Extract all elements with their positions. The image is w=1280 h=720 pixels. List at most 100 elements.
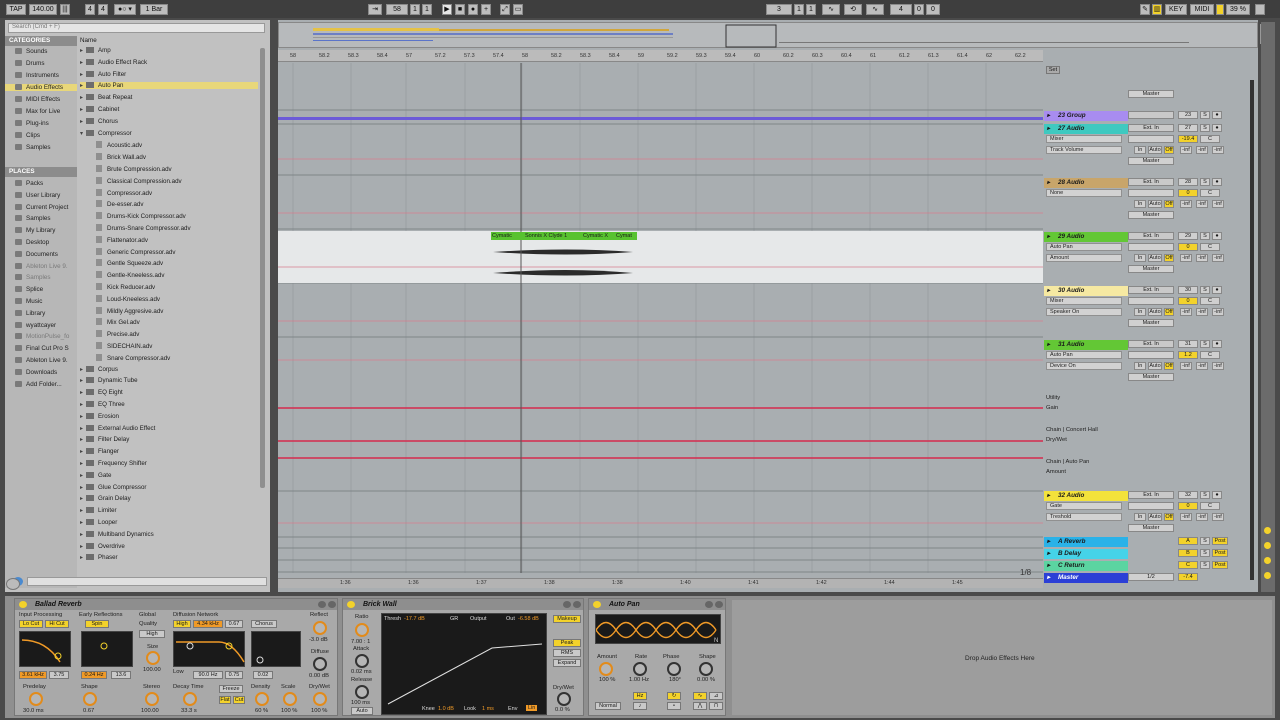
output-select[interactable]: Master bbox=[1128, 373, 1174, 381]
automation-parameter-select[interactable]: Speaker On bbox=[1046, 308, 1122, 316]
device-fold-icon[interactable] bbox=[563, 601, 571, 608]
midi-map-button[interactable]: MIDI bbox=[1190, 4, 1214, 15]
metronome-button[interactable]: ||| bbox=[60, 4, 70, 15]
place-item[interactable]: Desktop bbox=[15, 239, 49, 246]
browser-item[interactable]: ▸ Grain Delay bbox=[80, 495, 131, 502]
send-c-field[interactable]: -inf bbox=[1212, 254, 1224, 262]
pan-field[interactable]: C bbox=[1200, 135, 1220, 143]
spin-button[interactable]: Spin bbox=[85, 620, 109, 628]
solo-button[interactable]: S bbox=[1200, 340, 1210, 348]
normal-mode-button[interactable]: Normal bbox=[595, 702, 621, 710]
place-item[interactable]: Documents bbox=[15, 250, 58, 258]
track-header[interactable]: ▸ 23 Group bbox=[1044, 111, 1128, 121]
browser-item[interactable]: Mildly Aggresive.adv bbox=[96, 306, 163, 315]
browser-item[interactable]: ▸ Phaser bbox=[80, 554, 118, 561]
saw-down-icon[interactable]: ⋀ bbox=[693, 702, 707, 710]
monitor-off-button[interactable]: Off bbox=[1164, 308, 1174, 316]
arm-button-icon[interactable]: ● bbox=[1212, 232, 1222, 240]
solo-button[interactable]: S bbox=[1200, 491, 1210, 499]
track-scrollbar[interactable] bbox=[1250, 80, 1254, 580]
drywet-knob[interactable] bbox=[557, 692, 571, 706]
output-select[interactable]: Master bbox=[1128, 90, 1174, 98]
solo-button[interactable]: S bbox=[1200, 561, 1210, 569]
monitor-off-button[interactable]: Off bbox=[1164, 146, 1174, 154]
hicut-q-field[interactable]: 3.75 bbox=[49, 671, 69, 679]
arm-button-icon[interactable]: ● bbox=[1212, 111, 1222, 119]
browser-item[interactable]: ▸ External Audio Effect bbox=[80, 424, 155, 432]
high-val-field[interactable]: 0.67 bbox=[225, 620, 243, 628]
place-item[interactable]: My Library bbox=[15, 227, 55, 234]
auto-release-button[interactable]: Auto bbox=[351, 707, 373, 715]
monitor-in-button[interactable]: In bbox=[1134, 200, 1146, 208]
automation-parameter-select[interactable]: Amount bbox=[1046, 254, 1122, 262]
input-type-select[interactable] bbox=[1128, 111, 1174, 119]
hz-button[interactable]: Hz bbox=[633, 692, 647, 700]
solo-button[interactable]: S bbox=[1200, 111, 1210, 119]
category-instruments[interactable]: Instruments bbox=[15, 72, 59, 79]
predelay-knob[interactable] bbox=[29, 692, 43, 706]
diffusion-display[interactable] bbox=[173, 631, 245, 667]
send-a-field[interactable]: -inf bbox=[1180, 513, 1192, 521]
post-button[interactable]: Post bbox=[1212, 549, 1228, 557]
pan-field[interactable]: C bbox=[1200, 502, 1220, 510]
place-item[interactable]: Final Cut Pro S bbox=[15, 345, 69, 352]
gr-label[interactable]: GR bbox=[450, 616, 458, 622]
flat-button[interactable]: Flat bbox=[219, 696, 231, 704]
shape-knob[interactable] bbox=[699, 662, 713, 676]
input-channel-select[interactable] bbox=[1128, 135, 1174, 143]
track-header[interactable]: ▸ 28 Audio bbox=[1044, 178, 1128, 188]
lo-cut-button[interactable]: Lo Cut bbox=[19, 620, 43, 628]
track-fold-icon[interactable]: ▸ bbox=[1047, 561, 1050, 571]
browser-item[interactable]: Brute Compression.adv bbox=[96, 165, 172, 173]
place-item[interactable]: Downloads bbox=[15, 368, 57, 376]
browser-item[interactable]: ▸ Flanger bbox=[80, 448, 119, 455]
out-value[interactable]: -6.58 dB bbox=[518, 616, 539, 622]
track-fold-icon[interactable]: ▸ bbox=[1047, 549, 1050, 559]
follow-button[interactable]: ⇥ bbox=[368, 4, 382, 15]
browser-item[interactable]: Kick Reducer.adv bbox=[96, 283, 155, 291]
send-c-field[interactable]: -inf bbox=[1212, 146, 1224, 154]
stop-button[interactable]: ■ bbox=[455, 4, 465, 15]
punch-out-button[interactable]: ∿ bbox=[866, 4, 884, 15]
time-sig-den[interactable]: 4 bbox=[98, 4, 108, 15]
loop-start-bar[interactable]: 3 bbox=[766, 4, 792, 15]
send-b-field[interactable]: -inf bbox=[1196, 513, 1208, 521]
monitor-auto-button[interactable]: Auto bbox=[1148, 146, 1162, 154]
draw-mode-icon[interactable]: ✎ bbox=[1140, 4, 1150, 15]
browser-item[interactable]: ▸ Audio Effect Rack bbox=[80, 58, 147, 66]
place-item[interactable]: Samples bbox=[15, 215, 51, 222]
return-track-header[interactable]: ▸ C Return bbox=[1044, 561, 1128, 571]
clip-row[interactable]: Cymatic Sonnis X Clyde 1 Cymatic X Cymat bbox=[491, 232, 637, 240]
browser-item[interactable]: Drums-Kick Compressor.adv bbox=[96, 212, 186, 220]
hi-cut-button[interactable]: Hi Cut bbox=[45, 620, 69, 628]
category-samples[interactable]: Samples bbox=[15, 144, 51, 151]
chorus-display[interactable] bbox=[251, 631, 301, 667]
early-reflections-display[interactable] bbox=[81, 631, 133, 667]
automation-arm-button[interactable]: ⤢ bbox=[500, 4, 510, 15]
lfo-display[interactable]: N bbox=[595, 614, 721, 644]
set-locator-button[interactable]: Set bbox=[1046, 66, 1060, 74]
place-item[interactable]: Splice bbox=[15, 286, 43, 293]
browser-item[interactable]: ▸ Cabinet bbox=[80, 106, 119, 113]
monitor-auto-button[interactable]: Auto bbox=[1148, 362, 1162, 370]
quantize-select[interactable]: 1 Bar bbox=[140, 4, 168, 15]
device-on-icon[interactable] bbox=[347, 601, 355, 608]
spin-amount-field[interactable]: 13.6 bbox=[111, 671, 131, 679]
sine-wave-icon[interactable]: ∿ bbox=[693, 692, 707, 700]
master-channel-select[interactable]: 1/2 bbox=[1128, 573, 1174, 581]
automation-parameter-select[interactable]: Treshold bbox=[1046, 513, 1122, 521]
device-close-icon[interactable] bbox=[328, 601, 336, 608]
volume-field[interactable]: 0 bbox=[1178, 297, 1198, 305]
output-select[interactable]: Master bbox=[1128, 265, 1174, 273]
diffuse-knob[interactable] bbox=[313, 657, 327, 671]
arm-button-icon[interactable]: ● bbox=[1212, 124, 1222, 132]
category-max-for-live[interactable]: Max for Live bbox=[15, 108, 60, 115]
browser-item[interactable]: ▸ Corpus bbox=[80, 365, 118, 373]
send-a-field[interactable]: -inf bbox=[1180, 146, 1192, 154]
browser-item[interactable]: ▸ Limiter bbox=[80, 507, 117, 514]
send-a-field[interactable]: -inf bbox=[1180, 200, 1192, 208]
knee-value[interactable]: 1.0 dB bbox=[438, 706, 454, 712]
size-knob[interactable] bbox=[146, 651, 160, 665]
monitor-auto-button[interactable]: Auto bbox=[1148, 254, 1162, 262]
browser-item[interactable]: ▸ Chorus bbox=[80, 117, 118, 125]
